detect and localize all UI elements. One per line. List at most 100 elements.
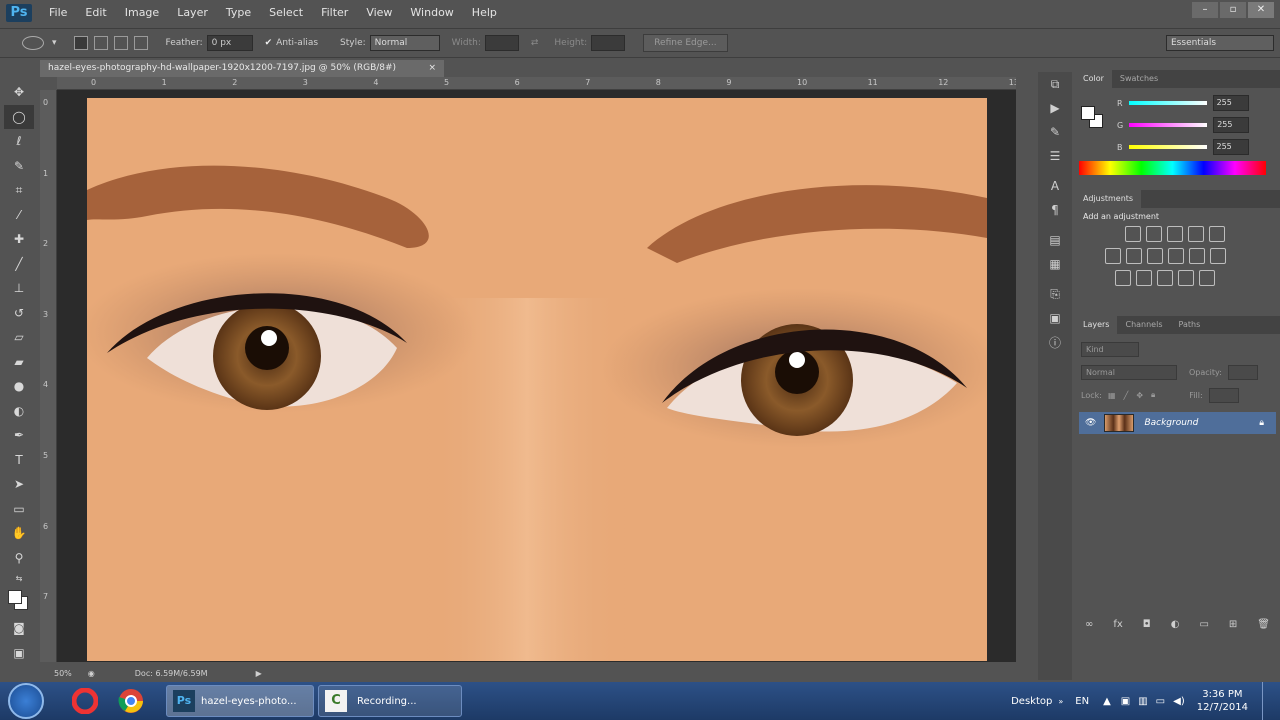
levels-icon[interactable]: [1146, 226, 1162, 242]
intersect-selection-icon[interactable]: [133, 36, 148, 50]
clock[interactable]: 3:36 PM 12/7/2014: [1197, 688, 1248, 714]
gradient-tool-icon[interactable]: ▰: [4, 350, 34, 375]
taskbar-recording[interactable]: C Recording...: [318, 685, 462, 717]
new-selection-icon[interactable]: [73, 36, 88, 50]
tab-color[interactable]: Color: [1075, 70, 1112, 88]
document-tab[interactable]: hazel-eyes-photography-hd-wallpaper-1920…: [40, 60, 444, 77]
fill-input[interactable]: [1208, 387, 1239, 403]
path-selection-tool-icon[interactable]: ➤: [4, 472, 34, 497]
threshold-icon[interactable]: [1157, 270, 1173, 286]
healing-brush-tool-icon[interactable]: ✚: [4, 227, 34, 252]
style-select[interactable]: Normal: [369, 35, 440, 51]
layer-visibility-eye-icon[interactable]: 👁︎: [1085, 418, 1096, 428]
rectangle-tool-icon[interactable]: ▭: [4, 497, 34, 522]
subtract-from-selection-icon[interactable]: [113, 36, 128, 50]
crop-tool-icon[interactable]: ⌗: [4, 178, 34, 203]
width-input[interactable]: [484, 35, 519, 51]
menu-file[interactable]: File: [40, 0, 76, 26]
paragraph-panel-icon[interactable]: ¶: [1038, 198, 1072, 222]
language-indicator[interactable]: EN: [1075, 696, 1089, 707]
quick-selection-tool-icon[interactable]: ✎: [4, 154, 34, 179]
move-tool-icon[interactable]: ✥: [4, 80, 34, 105]
menu-select[interactable]: Select: [260, 0, 312, 26]
minimize-button[interactable]: –: [1192, 2, 1218, 18]
layer-row-background[interactable]: 👁︎ Background 🔒︎: [1079, 412, 1276, 434]
color-balance-icon[interactable]: [1126, 248, 1142, 264]
history-panel-icon[interactable]: ⧉: [1038, 72, 1072, 96]
link-layers-icon[interactable]: ∞: [1085, 619, 1093, 630]
tab-adjustments[interactable]: Adjustments: [1075, 190, 1142, 208]
new-layer-icon[interactable]: ⊞: [1229, 619, 1237, 630]
vertical-scrollbar[interactable]: [1016, 77, 1034, 677]
invert-icon[interactable]: [1115, 270, 1131, 286]
blur-tool-icon[interactable]: ●: [4, 374, 34, 399]
start-button[interactable]: [8, 683, 44, 719]
feather-input[interactable]: 0 px: [206, 35, 253, 51]
menu-filter[interactable]: Filter: [312, 0, 357, 26]
character-panel-icon[interactable]: A: [1038, 174, 1072, 198]
height-input[interactable]: [591, 35, 626, 51]
add-mask-icon[interactable]: ◘: [1143, 619, 1151, 630]
color-spectrum-bar[interactable]: [1079, 161, 1266, 175]
history-brush-tool-icon[interactable]: ↺: [4, 301, 34, 326]
delete-layer-icon[interactable]: 🗑︎: [1257, 619, 1270, 630]
lock-transparent-icon[interactable]: ▦: [1108, 391, 1116, 400]
hue-saturation-icon[interactable]: [1105, 248, 1121, 264]
refine-edge-button[interactable]: Refine Edge...: [643, 34, 728, 52]
preset-dropdown-icon[interactable]: ▾: [52, 38, 57, 48]
show-hidden-icons-icon[interactable]: ▲: [1103, 696, 1111, 707]
brightness-contrast-icon[interactable]: [1125, 226, 1141, 242]
elliptical-marquee-tool-icon[interactable]: ◯: [4, 104, 34, 129]
power-icon[interactable]: ▭: [1156, 696, 1165, 707]
info-panel-icon[interactable]: ⓘ: [1038, 330, 1072, 354]
menu-image[interactable]: Image: [116, 0, 168, 26]
menu-window[interactable]: Window: [401, 0, 462, 26]
restore-button[interactable]: ▫: [1220, 2, 1246, 18]
vibrance-icon[interactable]: [1209, 226, 1225, 242]
color-swatches[interactable]: [4, 586, 34, 616]
eraser-tool-icon[interactable]: ▱: [4, 325, 34, 350]
menu-edit[interactable]: Edit: [76, 0, 115, 26]
clone-source-icon[interactable]: ⎘: [1038, 282, 1072, 306]
workspace-select[interactable]: Essentials: [1166, 35, 1274, 51]
close-button[interactable]: ✕: [1248, 2, 1274, 18]
blue-value[interactable]: 255: [1212, 139, 1249, 155]
menu-type[interactable]: Type: [217, 0, 260, 26]
properties-panel-icon[interactable]: ☰: [1038, 144, 1072, 168]
layer-style-icon[interactable]: fx: [1113, 619, 1122, 630]
status-info-icon[interactable]: ◉: [88, 669, 95, 678]
red-value[interactable]: 255: [1212, 95, 1249, 111]
pen-tool-icon[interactable]: ✒: [4, 423, 34, 448]
tab-paths[interactable]: Paths: [1171, 316, 1209, 334]
quick-mask-icon[interactable]: ◙: [4, 616, 34, 641]
lock-image-icon[interactable]: ╱: [1124, 391, 1129, 400]
green-value[interactable]: 255: [1213, 117, 1250, 133]
ccleaner-icon[interactable]: [68, 686, 102, 716]
lock-all-icon[interactable]: 🔒︎: [1151, 390, 1155, 400]
green-slider[interactable]: [1129, 123, 1208, 127]
show-desktop-button[interactable]: [1262, 682, 1272, 720]
status-menu-arrow-icon[interactable]: ▶: [256, 669, 262, 678]
tab-swatches[interactable]: Swatches: [1112, 70, 1166, 88]
red-slider[interactable]: [1128, 101, 1207, 105]
add-to-selection-icon[interactable]: [93, 36, 108, 50]
clone-stamp-tool-icon[interactable]: ⊥: [4, 276, 34, 301]
blend-mode-select[interactable]: Normal: [1081, 364, 1177, 380]
brush-tool-icon[interactable]: ╱: [4, 252, 34, 277]
swap-dimensions-icon[interactable]: ⇄: [531, 38, 539, 48]
tray-app-icon[interactable]: ▣: [1121, 696, 1130, 707]
brush-presets-icon[interactable]: ✎: [1038, 120, 1072, 144]
taskbar-photoshop[interactable]: Ps hazel-eyes-photo...: [166, 685, 314, 717]
foreground-color-swatch[interactable]: [8, 590, 22, 604]
new-group-icon[interactable]: ▭: [1199, 619, 1208, 630]
network-icon[interactable]: ▥: [1138, 696, 1147, 707]
menu-view[interactable]: View: [357, 0, 401, 26]
lasso-tool-icon[interactable]: ℓ: [4, 129, 34, 154]
black-white-icon[interactable]: [1147, 248, 1163, 264]
default-colors-icon[interactable]: ⇆: [4, 570, 34, 586]
new-adjustment-icon[interactable]: ◐: [1171, 619, 1180, 630]
actions-panel-icon[interactable]: ▶: [1038, 96, 1072, 120]
filter-kind-select[interactable]: Kind: [1081, 341, 1139, 357]
dodge-tool-icon[interactable]: ◐: [4, 399, 34, 424]
layer-name[interactable]: Background: [1144, 418, 1198, 428]
